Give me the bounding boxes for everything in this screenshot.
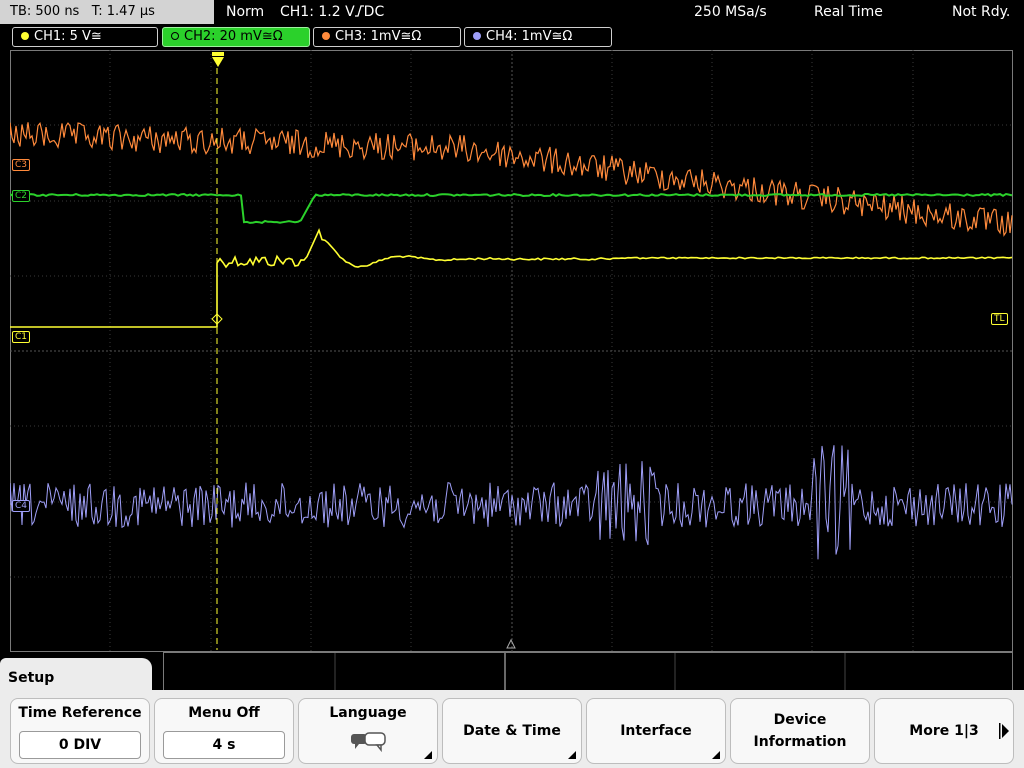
device-information-softkey[interactable]: Device Information xyxy=(730,698,870,764)
time-reference-value[interactable]: 0 DIV xyxy=(19,731,141,759)
ch1-color-dot xyxy=(21,32,29,40)
trigger-coupling: DC xyxy=(363,4,385,20)
sample-rate: 250 MSa/s xyxy=(694,4,767,20)
channel-tab-label: CH4: 1mV≅Ω xyxy=(486,29,573,44)
channel-tab-label: CH3: 1mV≅Ω xyxy=(335,29,422,44)
softkey-label: Language xyxy=(329,705,407,721)
softkey-label-line2: Information xyxy=(753,734,847,750)
ch3-offset-marker[interactable]: C3 xyxy=(12,159,31,171)
menu-title: Setup xyxy=(0,658,152,698)
softkey-label: More 1|3 xyxy=(909,723,979,739)
menu-off-softkey[interactable]: Menu Off 4 s xyxy=(154,698,294,764)
ch2-offset-marker[interactable]: C2 xyxy=(12,190,31,202)
next-page-arrow-icon xyxy=(999,723,1009,743)
ch1-offset-marker[interactable]: C1 xyxy=(12,331,31,343)
trigger-time-readout: T: 1.47 µs xyxy=(91,4,155,19)
submenu-indicator-icon xyxy=(568,751,576,759)
softkey-label: Time Reference xyxy=(18,705,142,721)
ch4-color-dot xyxy=(473,32,481,40)
softkey-label: Date & Time xyxy=(463,723,561,739)
channel-tab-label: CH1: 5 V≅ xyxy=(34,29,102,44)
timebase-readout: TB: 500 ns xyxy=(10,4,80,19)
ch1-trace xyxy=(10,227,1013,328)
softkey-label: Interface xyxy=(620,723,692,739)
trigger-level-marker[interactable]: TL xyxy=(991,313,1008,325)
channel-tab-ch4[interactable]: CH4: 1mV≅Ω xyxy=(464,27,612,47)
graticule xyxy=(10,50,1013,652)
time-reference-softkey[interactable]: Time Reference 0 DIV xyxy=(10,698,150,764)
softkey-label: Menu Off xyxy=(188,705,260,721)
submenu-indicator-icon xyxy=(424,751,432,759)
submenu-indicator-icon xyxy=(712,751,720,759)
acquisition-mode: Real Time xyxy=(814,4,883,20)
menu-off-value[interactable]: 4 s xyxy=(163,731,285,759)
trigger-position-icon[interactable] xyxy=(211,52,225,70)
ch4-trace xyxy=(10,445,1013,560)
channel-tab-ch3[interactable]: CH3: 1mV≅Ω xyxy=(313,27,461,47)
waveform-traces xyxy=(10,50,1013,652)
speech-bubbles-icon xyxy=(349,731,389,757)
softkey-label: Device xyxy=(773,712,827,728)
language-softkey[interactable]: Language xyxy=(298,698,438,764)
ch4-offset-marker[interactable]: C4 xyxy=(12,500,31,512)
channel-tab-ch2[interactable]: CH2: 20 mV≅Ω xyxy=(162,27,310,47)
timebase-box[interactable]: TB: 500 ns T: 1.47 µs xyxy=(0,0,214,24)
zoom-overview-strip xyxy=(163,652,1013,693)
ch3-color-dot xyxy=(322,32,330,40)
interface-softkey[interactable]: Interface xyxy=(586,698,726,764)
trigger-source[interactable]: CH1: 1.2 V DC xyxy=(280,0,384,24)
more-softkey[interactable]: More 1|3 xyxy=(874,698,1014,764)
ch2-color-dot xyxy=(171,32,179,40)
rising-edge-icon xyxy=(354,1,364,17)
channel-tab-label: CH2: 20 mV≅Ω xyxy=(184,29,283,44)
acquisition-state: Not Rdy. xyxy=(952,4,1011,20)
ch3-trace xyxy=(10,122,1013,237)
channel-tab-ch1[interactable]: CH1: 5 V≅ xyxy=(12,27,158,47)
trigger-mode[interactable]: Norm xyxy=(226,0,264,24)
trigger-source-readout: CH1: 1.2 V xyxy=(280,4,355,20)
date-time-softkey[interactable]: Date & Time xyxy=(442,698,582,764)
center-marker xyxy=(506,638,516,649)
